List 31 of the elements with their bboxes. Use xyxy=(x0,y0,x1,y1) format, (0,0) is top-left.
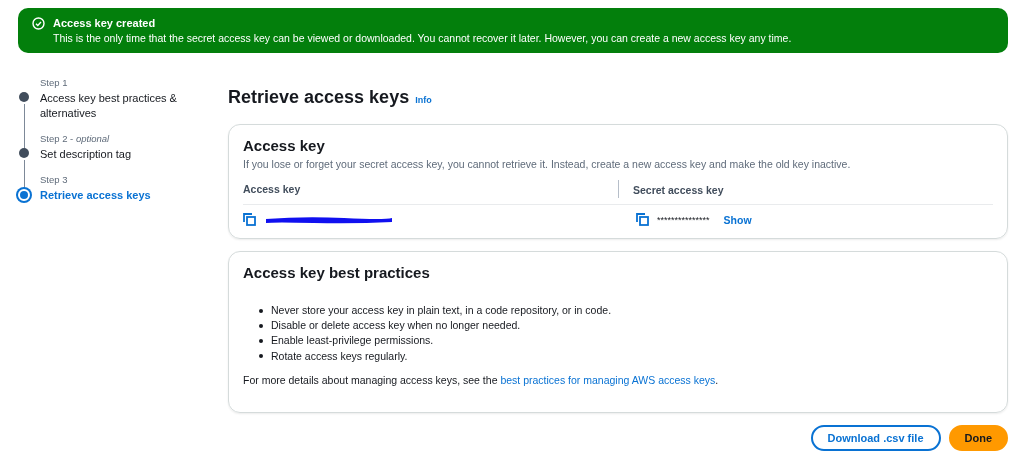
card-title: Access key xyxy=(243,137,326,154)
step-title[interactable]: Access key best practices & alternatives xyxy=(40,91,180,121)
step-label: Step 1 xyxy=(40,77,69,88)
bullet-icon xyxy=(259,323,263,328)
bullet-icon xyxy=(259,339,263,344)
done-button[interactable]: Done xyxy=(948,424,1008,451)
info-link[interactable]: Info xyxy=(415,95,432,105)
step-label: Step 3 xyxy=(40,173,69,185)
step-title[interactable]: Retrieve access keys xyxy=(40,187,180,203)
show-link[interactable]: Show xyxy=(723,213,752,226)
download-button[interactable]: Download .csv file xyxy=(810,424,941,451)
note-text: For more details about managing access keys, see the best practices for managing AWS access keys. xyxy=(243,373,720,386)
column-header: Secret access key xyxy=(633,184,724,196)
list-item: Rotate access keys regularly. xyxy=(271,348,408,364)
column-header: Access key xyxy=(243,183,302,195)
secret-key-value: *************** xyxy=(657,214,710,225)
bullet-icon xyxy=(259,354,263,359)
list-item: Enable least-privilege permissions. xyxy=(271,333,434,349)
page-title: Retrieve access keys xyxy=(228,87,410,108)
banner-message: This is the only time that the secret access key can be viewed or downloaded. You cannot recover it later. However, you can create a new access key any time. xyxy=(53,32,792,44)
copy-icon[interactable] xyxy=(243,213,256,226)
step-label: Step 2 - optional xyxy=(40,132,111,144)
check-circle-icon xyxy=(32,17,45,30)
bullet-icon xyxy=(259,308,263,313)
card-description: If you lose or forget your secret access key, you cannot retrieve it. Instead, create a new access key and make the old key inactive. xyxy=(243,158,852,170)
list-item: Disable or delete access key when no longer needed. xyxy=(271,318,521,334)
list-item: Never store your access key in plain text, in a code repository, or in code. xyxy=(271,303,612,318)
step-title[interactable]: Set description tag xyxy=(40,146,180,162)
card-title: Access key best practices xyxy=(243,264,431,281)
copy-icon[interactable] xyxy=(636,213,649,226)
banner-title: Access key created xyxy=(53,17,157,29)
